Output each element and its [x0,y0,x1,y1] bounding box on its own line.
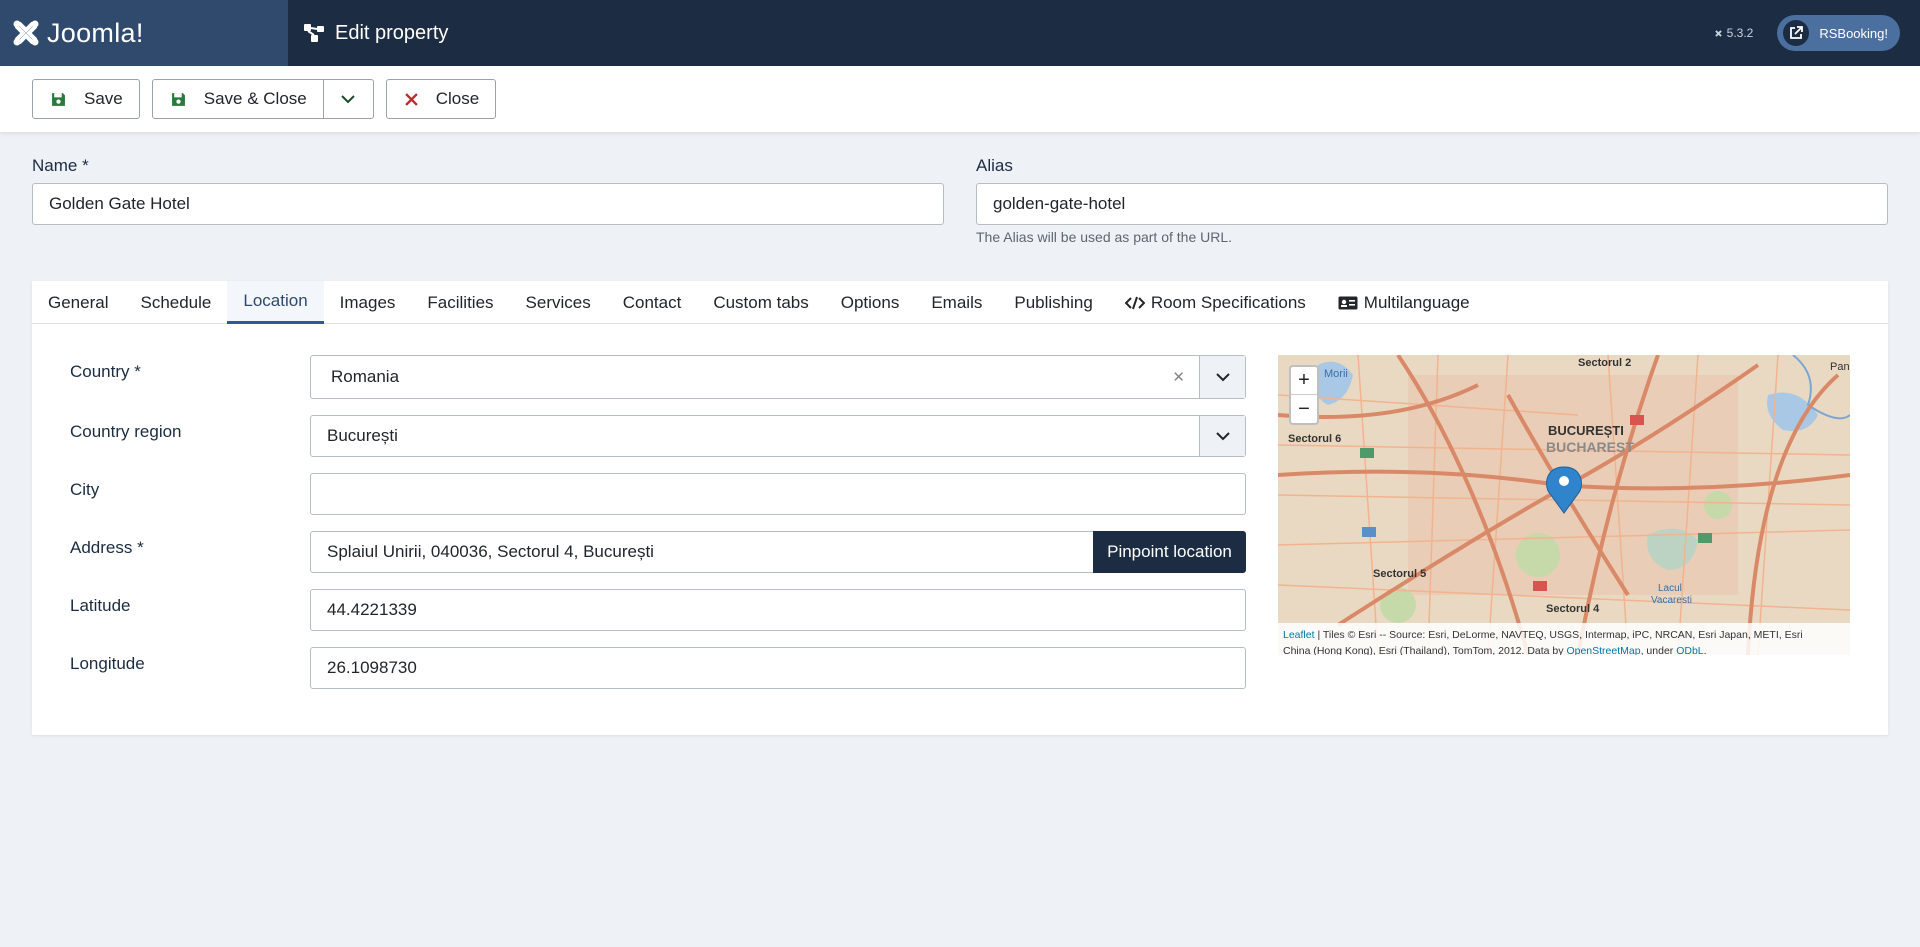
close-label: Close [435,89,480,108]
chevron-down-icon [341,94,355,103]
app-header: Joomla! Edit property 5.3.2 RSBooking! [0,0,1920,66]
tab-publishing[interactable]: Publishing [998,281,1108,324]
odbl-link[interactable]: ODbL [1676,645,1703,655]
tab-label: Services [525,292,591,312]
city-label: City [70,480,100,499]
save-options-dropdown[interactable] [323,79,374,119]
longitude-label: Longitude [70,654,145,673]
tab-custom-tabs[interactable]: Custom tabs [697,281,824,324]
alias-label: Alias [976,156,1013,175]
chevron-down-icon[interactable] [1199,416,1245,456]
tab-label: Facilities [427,292,494,312]
save-icon [171,92,185,106]
chevron-down-icon[interactable] [1199,356,1245,398]
page-title-text: Edit property [335,21,449,44]
map-zoom-control: + − [1289,365,1319,425]
map-label-pan: Pan [1830,361,1850,373]
attribution-end: . [1703,645,1707,655]
leaflet-link[interactable]: Leaflet [1283,629,1315,641]
joomla-logo[interactable]: Joomla! [0,0,288,66]
toolbar: Save Save & Close Close [0,66,1920,132]
tab-label: General [48,292,109,312]
address-label: Address * [70,538,144,557]
tab-images[interactable]: Images [324,281,412,324]
page-title: Edit property [288,22,448,45]
tab-contact[interactable]: Contact [607,281,698,324]
save-icon [52,92,65,106]
tab-location[interactable]: Location [227,281,324,324]
region-select[interactable]: București [310,415,1246,457]
save-close-label: Save & Close [203,89,307,108]
property-icon [304,24,324,42]
osm-link[interactable]: OpenStreetMap [1566,645,1640,655]
tab-schedule[interactable]: Schedule [124,281,227,324]
save-label: Save [84,89,123,108]
tab-services[interactable]: Services [510,281,607,324]
zoom-out-button[interactable]: − [1291,395,1317,423]
attribution-under: , under [1640,645,1677,655]
version-badge: 5.3.2 [1713,26,1754,40]
code-icon [1124,296,1145,309]
id-card-icon [1338,296,1358,309]
rsbooking-button[interactable]: RSBooking! [1777,15,1900,51]
address-input[interactable] [310,531,1094,573]
zoom-in-button[interactable]: + [1291,367,1317,395]
region-value: București [327,426,398,445]
tab-emails[interactable]: Emails [915,281,998,324]
tab-label: Room Specifications [1150,292,1306,312]
tab-multilanguage[interactable]: Multilanguage [1322,281,1486,324]
country-value: Romania [331,367,400,386]
close-icon [404,92,418,106]
map-label-lacul: Lacul [1658,583,1682,594]
logo-text: Joomla! [47,17,144,48]
city-input[interactable] [310,473,1246,515]
map-label-city-en: BUCHAREST [1546,439,1634,455]
alias-hint: The Alias will be used as part of the UR… [976,229,1233,245]
rsbooking-label: RSBooking! [1819,25,1888,41]
external-link-icon [1783,20,1810,46]
pinpoint-location-button[interactable]: Pinpoint location [1093,531,1246,573]
map-label-vacaresti: Vacaresti [1651,595,1692,606]
tab-label: Location [243,291,308,310]
alias-input[interactable] [976,183,1888,225]
tab-label: Images [339,292,396,312]
attribution-text-1: | Tiles © Esri -- Source: Esri, DeLorme,… [1314,629,1803,641]
latitude-input[interactable] [310,589,1246,631]
joomla-logo-icon [13,20,39,46]
save-close-button[interactable]: Save & Close [151,79,324,119]
map-label-sector6: Sectorul 6 [1288,433,1342,445]
country-select[interactable]: Romania ✕ [310,355,1246,399]
location-map[interactable]: BUCUREȘTI BUCHAREST Sectorul 2 Sectorul … [1278,355,1850,655]
clear-icon[interactable]: ✕ [1158,368,1199,386]
region-label: Country region [70,422,182,441]
tab-bar: General Schedule Location Images Facilit… [32,281,1888,324]
tab-label: Contact [622,292,682,312]
map-label-sector4: Sectorul 4 [1546,603,1600,615]
joomla-small-icon [1714,29,1722,37]
save-button[interactable]: Save [32,79,140,119]
map-label-sector2: Sectorul 2 [1578,357,1632,369]
version-text: 5.3.2 [1726,26,1754,40]
longitude-input[interactable] [310,647,1246,689]
map-attribution: Leaflet | Tiles © Esri -- Source: Esri, … [1278,623,1850,655]
tab-label: Options [840,292,900,312]
attribution-text-2: China (Hong Kong), Esri (Thailand), TomT… [1283,645,1567,655]
map-label-morii: Morii [1324,368,1348,380]
tab-label: Schedule [140,292,212,312]
latitude-label: Latitude [70,596,131,615]
name-label: Name * [32,156,89,175]
tab-label: Emails [931,292,983,312]
map-label-city-ro: BUCUREȘTI [1548,423,1624,438]
tab-facilities[interactable]: Facilities [411,281,509,324]
country-label: Country * [70,362,141,381]
map-label-sector5: Sectorul 5 [1373,568,1427,580]
tab-label: Publishing [1014,292,1093,312]
tab-room-specifications[interactable]: Room Specifications [1109,281,1322,324]
name-input[interactable] [32,183,944,225]
tab-label: Multilanguage [1363,292,1470,312]
tab-general[interactable]: General [32,281,124,324]
tab-label: Custom tabs [713,292,809,312]
close-button[interactable]: Close [385,79,497,119]
tab-options[interactable]: Options [825,281,916,324]
